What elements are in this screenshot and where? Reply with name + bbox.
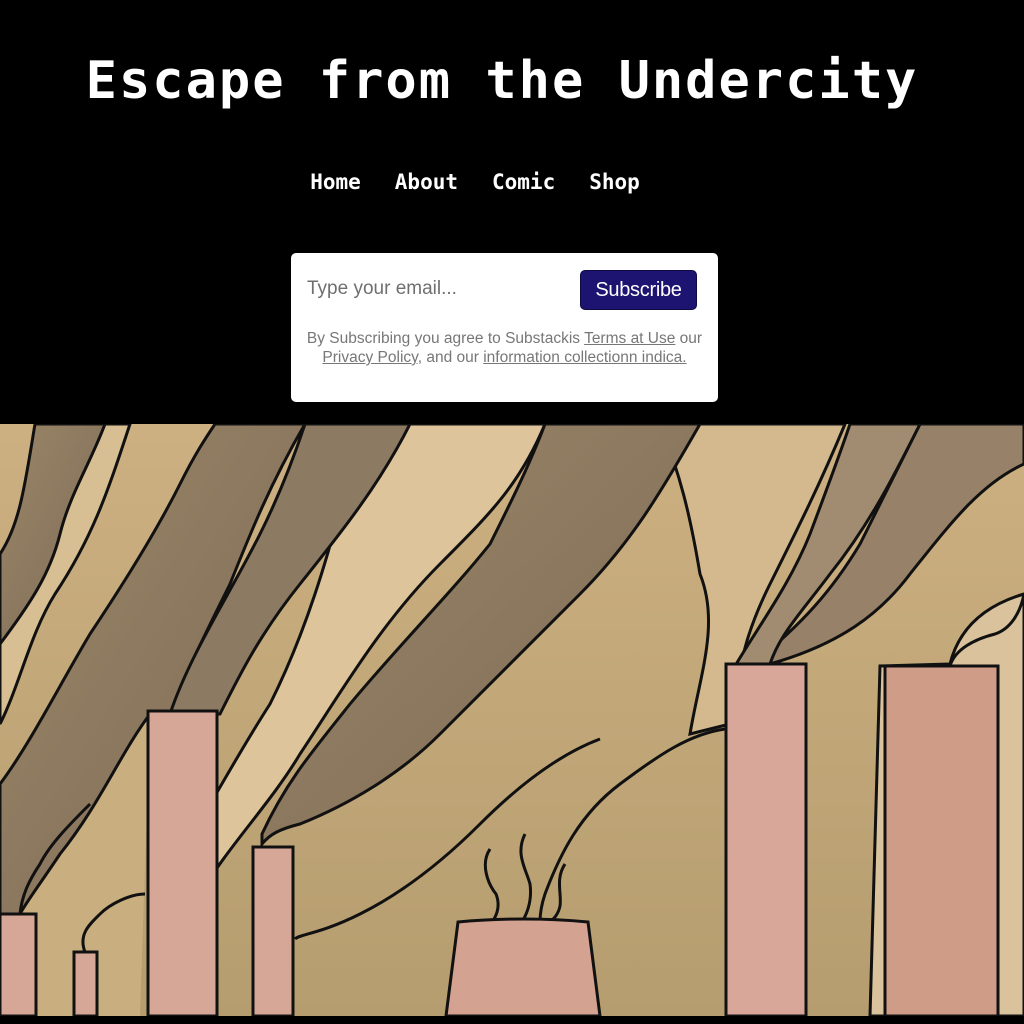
privacy-link[interactable]: Privacy Policy, (322, 349, 422, 366)
subscribe-legal-text: By Subscribing you agree to Substackis T… (305, 329, 704, 367)
factory-smokestacks-illustration (0, 424, 1024, 1016)
smokestack (0, 912, 38, 1016)
nav-comic-link[interactable]: Comic (492, 166, 555, 198)
nav-home-link[interactable]: Home (310, 166, 361, 198)
main-nav: Home About Comic Shop (0, 166, 950, 198)
smokestack (72, 950, 99, 1016)
cooling-tower (444, 917, 602, 1016)
legal-middle-2: and our (422, 349, 484, 366)
smokestack (146, 709, 219, 1016)
legal-middle-1: our (675, 330, 703, 347)
nav-shop-link[interactable]: Shop (589, 166, 640, 198)
smokestack (251, 845, 295, 1016)
nav-about-link[interactable]: About (395, 166, 458, 198)
smokestack (883, 664, 1000, 1016)
subscribe-button[interactable]: Subscribe (580, 270, 697, 310)
collection-notice-link[interactable]: information collectionn indica. (483, 349, 686, 366)
hero-illustration (0, 424, 1024, 1016)
terms-link[interactable]: Terms at Use (584, 330, 675, 347)
subscribe-card: Subscribe By Subscribing you agree to Su… (291, 253, 718, 402)
site-title: Escape from the Undercity (85, 51, 919, 111)
legal-prefix: By Subscribing you agree to Substackis (306, 330, 585, 347)
smokestack (724, 662, 808, 1016)
email-input[interactable] (307, 271, 557, 307)
